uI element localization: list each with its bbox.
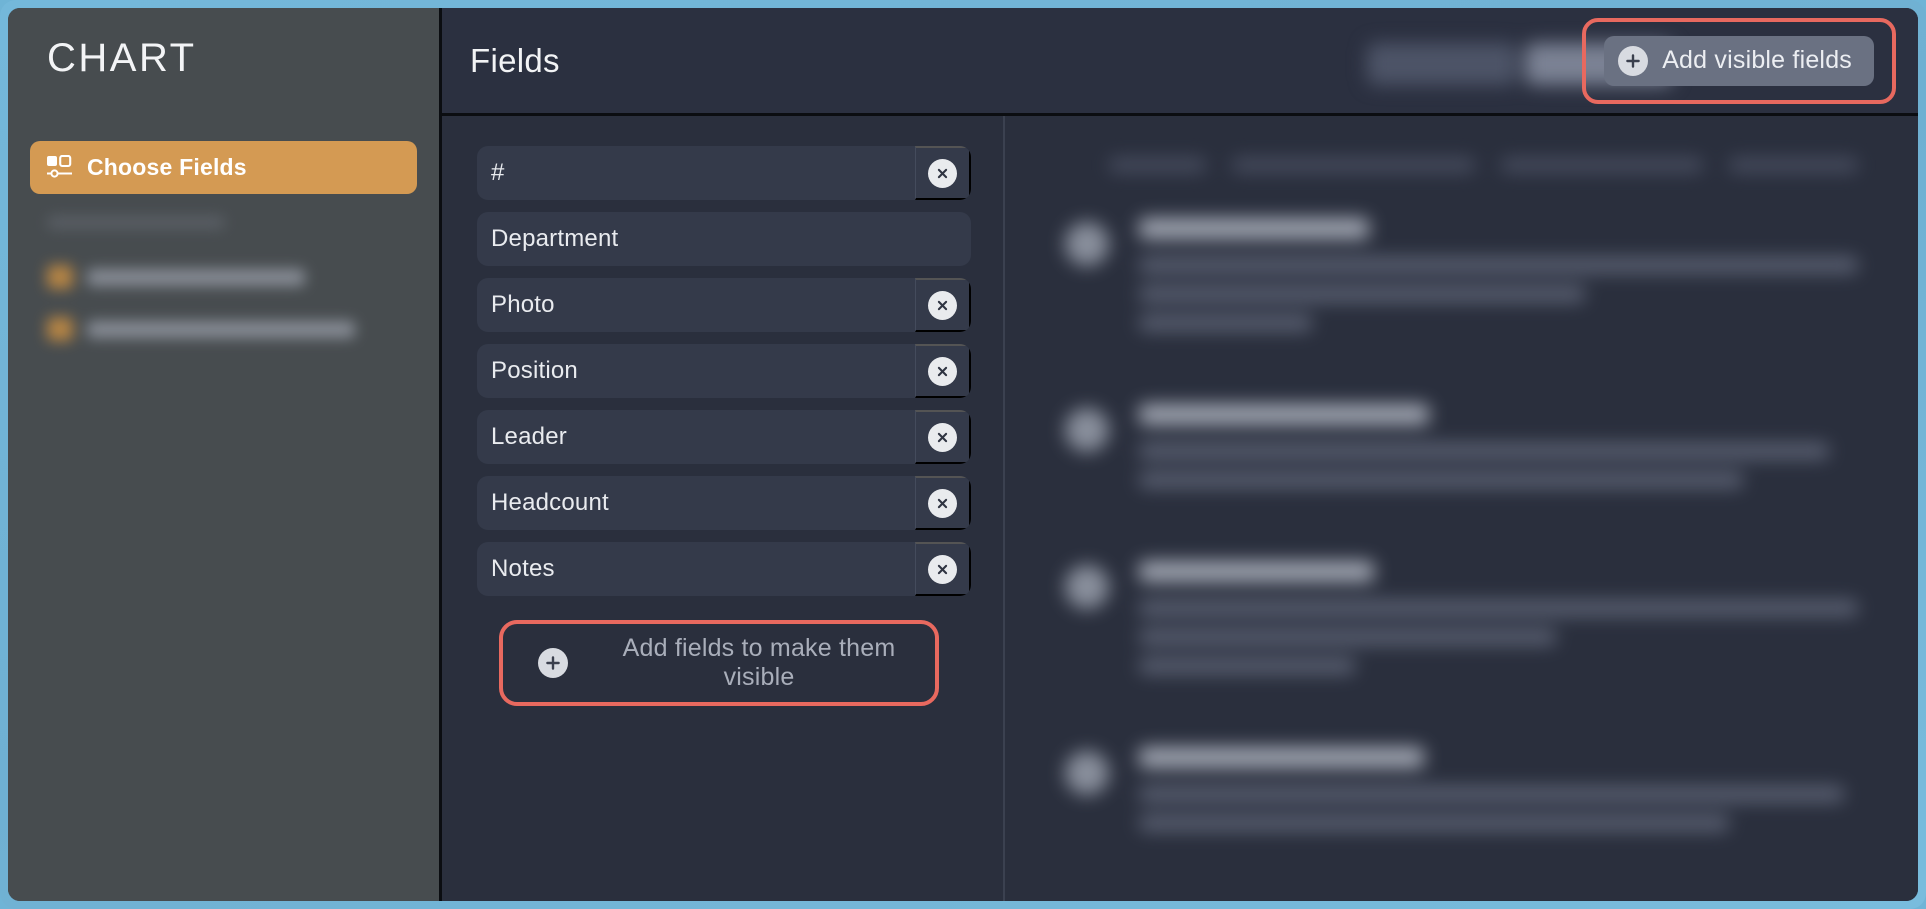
screen-recording-border: CHART Choose Fields Fields Add visible f… <box>0 0 1926 909</box>
blurred-label <box>87 320 355 338</box>
fields-list-pane: # Department Photo Position Leader Headc… <box>442 116 1005 901</box>
sidebar: CHART Choose Fields <box>8 8 442 901</box>
sidebar-group-header-blurred <box>47 216 225 229</box>
choose-fields-icon <box>46 154 74 181</box>
main-header: Fields Add visible fields <box>442 8 1918 116</box>
main-body: # Department Photo Position Leader Headc… <box>442 116 1918 901</box>
remove-field-button[interactable] <box>915 542 971 596</box>
app-title: CHART <box>47 36 197 80</box>
field-name: Headcount <box>491 489 609 516</box>
add-fields-to-make-visible-button[interactable]: Add fields to make them visible <box>506 627 932 699</box>
sidebar-item-choose-fields[interactable]: Choose Fields <box>30 141 417 194</box>
table-row[interactable]: # <box>477 146 971 200</box>
add-visible-fields-button[interactable]: Add visible fields <box>1604 35 1874 86</box>
field-name: Position <box>491 357 578 384</box>
close-circle-icon <box>928 356 957 386</box>
list-item[interactable] <box>1065 404 1858 501</box>
remove-field-button[interactable] <box>915 344 971 398</box>
preview-pane <box>1005 116 1918 901</box>
remove-field-button[interactable] <box>915 278 971 332</box>
close-circle-icon <box>928 290 957 320</box>
field-name: Photo <box>491 291 555 318</box>
field-name: Notes <box>491 555 555 582</box>
blurred-icon <box>47 317 73 341</box>
list-item[interactable] <box>1065 561 1858 687</box>
close-circle-icon <box>928 422 957 452</box>
preview-header-blurred <box>1109 158 1858 172</box>
remove-field-button[interactable] <box>915 476 971 530</box>
close-circle-icon <box>928 158 957 188</box>
avatar <box>1065 222 1109 266</box>
table-row[interactable]: Photo <box>477 278 971 332</box>
list-item[interactable] <box>1065 747 1858 844</box>
avatar <box>1065 565 1109 609</box>
avatar <box>1065 408 1109 452</box>
remove-field-button[interactable] <box>915 410 971 464</box>
table-row[interactable]: Position <box>477 344 971 398</box>
field-name: Leader <box>491 423 567 450</box>
sidebar-blurred-section <box>30 216 417 347</box>
sidebar-item-blurred[interactable] <box>30 311 417 347</box>
sidebar-nav: Choose Fields <box>30 141 417 194</box>
plus-circle-icon <box>538 648 568 678</box>
sidebar-item-blurred[interactable] <box>30 259 417 295</box>
avatar <box>1065 751 1109 795</box>
field-name: Department <box>491 225 619 252</box>
table-row[interactable]: Leader <box>477 410 971 464</box>
add-visible-fields-label: Add visible fields <box>1662 46 1852 74</box>
add-visible-fields-highlight: Add visible fields <box>1582 17 1896 104</box>
blurred-label <box>87 268 305 286</box>
table-row[interactable]: Notes <box>477 542 971 596</box>
field-name: # <box>491 159 505 186</box>
page-title: Fields <box>470 41 560 79</box>
add-fields-cta-highlight: Add fields to make them visible <box>499 620 939 706</box>
app-window: CHART Choose Fields Fields Add visible f… <box>8 8 1918 901</box>
segment-option[interactable] <box>1367 43 1517 85</box>
table-row[interactable]: Department <box>477 212 971 266</box>
sidebar-item-label: Choose Fields <box>87 154 247 180</box>
main-content: Fields Add visible fields # Department P… <box>442 8 1918 901</box>
blurred-icon <box>47 265 73 289</box>
plus-circle-icon <box>1618 45 1649 76</box>
close-circle-icon <box>928 554 957 584</box>
close-circle-icon <box>928 488 957 518</box>
remove-field-button[interactable] <box>915 146 971 200</box>
list-item[interactable] <box>1065 218 1858 344</box>
add-fields-cta-label: Add fields to make them visible <box>622 634 896 691</box>
table-row[interactable]: Headcount <box>477 476 971 530</box>
